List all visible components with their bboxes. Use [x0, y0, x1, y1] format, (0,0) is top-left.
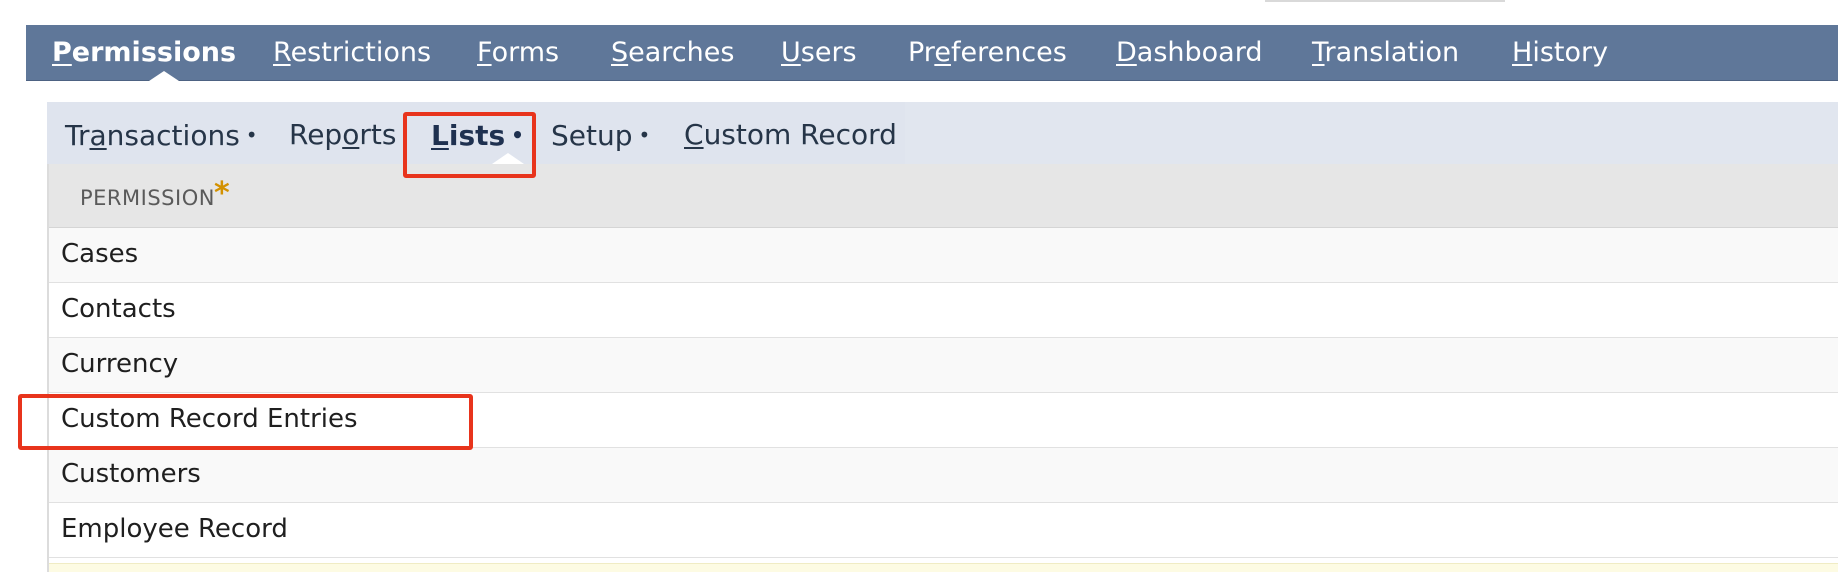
tab-forms[interactable]: Forms: [477, 25, 559, 81]
row-permission-name: Employee Record: [61, 514, 288, 544]
tab-permissions[interactable]: Permissions: [52, 25, 236, 81]
row-permission-name: Contacts: [61, 294, 176, 324]
row-permission-name: Customers: [61, 459, 201, 489]
subtab-access-key: o: [342, 118, 360, 151]
table-row[interactable]: Cases: [49, 228, 1838, 283]
table-row[interactable]: Contacts: [49, 283, 1838, 338]
row-permission-name: Custom Record Entries: [61, 404, 358, 434]
subtab-transactions[interactable]: Transactions •: [65, 102, 258, 164]
required-star-icon: *: [214, 176, 230, 211]
tab-access-key: R: [273, 37, 291, 68]
tab-access-key: H: [1512, 37, 1533, 68]
tab-label-suffix: ranslation: [1324, 37, 1460, 68]
tab-label-suffix: sers: [800, 37, 857, 68]
row-permission-name: Cases: [61, 239, 139, 269]
tab-history[interactable]: History: [1512, 25, 1608, 81]
subtab-dot-indicator: •: [638, 123, 651, 147]
tab-restrictions[interactable]: Restrictions: [273, 25, 431, 81]
row-permission-name: Currency: [61, 349, 179, 379]
permission-column-header[interactable]: PERMISSION: [80, 186, 215, 210]
subtab-label-suffix: nsactions: [106, 119, 240, 152]
subtab-label-prefix: Tr: [65, 119, 90, 152]
subtab-reports[interactable]: Reports: [289, 102, 396, 164]
active-tab-caret: [149, 71, 179, 81]
tab-access-key: T: [1312, 37, 1325, 68]
permissions-table: PERMISSION * Cases Contacts Currency Cus…: [47, 164, 1838, 572]
subtab-access-key: a: [89, 119, 107, 152]
subtab-dot-indicator: •: [245, 123, 258, 147]
subtab-access-key: C: [684, 118, 704, 151]
tab-access-key: e: [934, 37, 951, 68]
tab-dashboard[interactable]: Dashboard: [1116, 25, 1263, 81]
subtab-setup[interactable]: Setup •: [551, 102, 650, 164]
tab-label-suffix: istory: [1532, 37, 1609, 68]
tab-translation[interactable]: Translation: [1312, 25, 1459, 81]
tab-access-key: D: [1116, 37, 1137, 68]
tab-label-suffix: estrictions: [290, 37, 432, 68]
top-nav-bar: Permissions Restrictions Forms Searches …: [26, 25, 1838, 81]
table-row[interactable]: Currency: [49, 338, 1838, 393]
tab-label-suffix: ermissions: [71, 37, 237, 68]
tab-access-key: S: [611, 37, 629, 68]
tab-label-prefix: Pr: [908, 37, 935, 68]
tab-label-suffix: orms: [491, 37, 560, 68]
table-row[interactable]: Custom Record Entries: [49, 393, 1838, 448]
tab-searches[interactable]: Searches: [611, 25, 734, 81]
tab-access-key: P: [52, 37, 72, 68]
tab-users[interactable]: Users: [781, 25, 857, 81]
subtab-label-suffix: ustom Record: [703, 118, 897, 151]
active-subtab-caret: [492, 153, 524, 164]
tab-label-suffix: ferences: [950, 37, 1067, 68]
tab-label-suffix: ashboard: [1136, 37, 1263, 68]
table-header: PERMISSION *: [49, 164, 1838, 228]
tab-access-key: F: [477, 37, 492, 68]
subtab-custom-record[interactable]: Custom Record: [684, 102, 897, 164]
subtab-label-prefix: Rep: [289, 118, 343, 151]
top-input-stub: [1265, 0, 1505, 2]
subtab-label-suffix: rts: [359, 118, 397, 151]
tab-preferences[interactable]: Preferences: [908, 25, 1067, 81]
table-row[interactable]: Employee Record: [49, 503, 1838, 558]
tab-access-key: U: [781, 37, 801, 68]
table-row[interactable]: Customers: [49, 448, 1838, 503]
subtab-access-key: L: [431, 119, 449, 152]
subtab-label-suffix: ists: [448, 119, 506, 152]
tab-label-suffix: earches: [628, 37, 735, 68]
sub-nav-bar: Transactions • Reports Lists • Setup • Cust…: [47, 102, 1838, 164]
subtab-dot-indicator: •: [511, 123, 524, 147]
subtab-label: Setup: [551, 119, 633, 152]
new-row-strip[interactable]: [49, 563, 1838, 572]
